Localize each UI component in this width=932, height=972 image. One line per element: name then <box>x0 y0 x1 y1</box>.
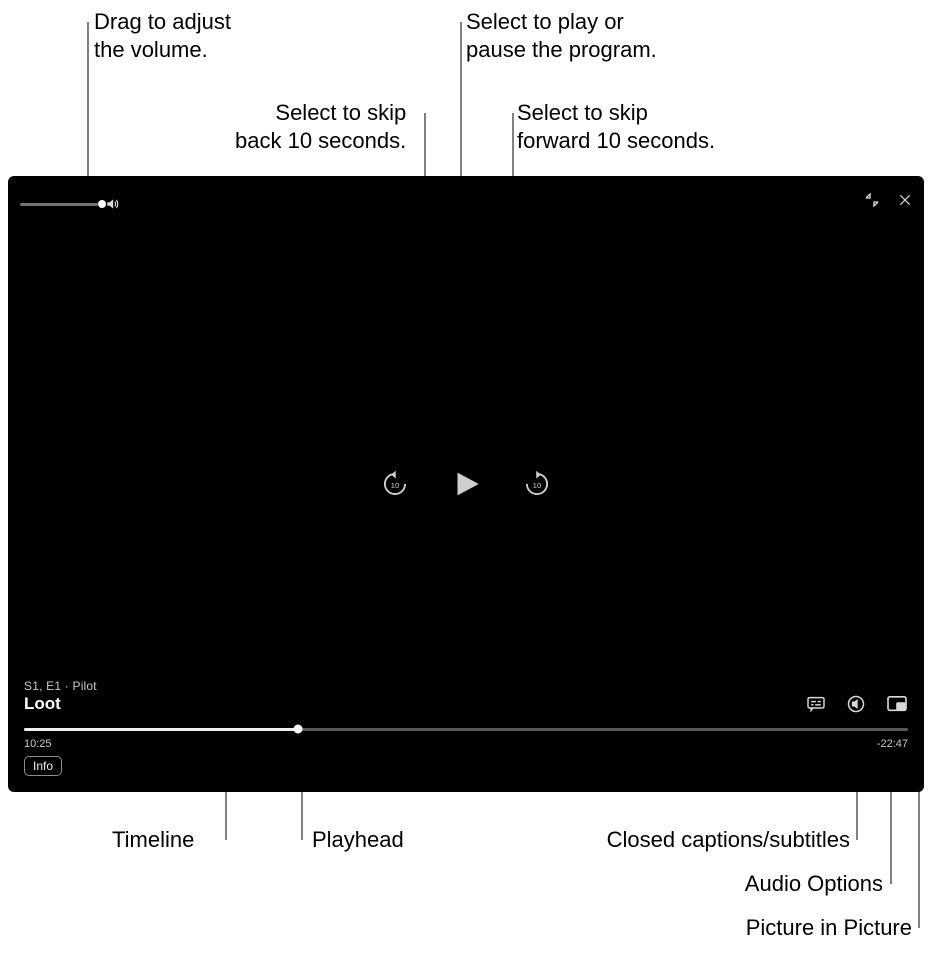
callout-text: Picture in Picture <box>746 915 912 940</box>
callout-audio: Audio Options <box>600 870 883 898</box>
play-pause-button[interactable] <box>449 467 483 501</box>
timeline[interactable] <box>24 724 908 734</box>
close-icon[interactable] <box>898 193 912 207</box>
info-button[interactable]: Info <box>24 756 62 776</box>
skip-back-number: 10 <box>391 481 400 490</box>
callout-skip-back: Select to skip back 10 seconds. <box>235 99 406 154</box>
episode-meta: S1, E1 · Pilot <box>24 679 97 693</box>
time-remaining: -22:47 <box>877 738 908 750</box>
callout-timeline: Timeline <box>112 826 194 854</box>
info-label: Info <box>33 759 53 773</box>
skip-forward-10-button[interactable]: 10 <box>523 470 551 498</box>
callout-text: Select to skip forward 10 seconds. <box>517 100 715 153</box>
time-elapsed: 10:25 <box>24 738 52 750</box>
exit-fullscreen-icon[interactable] <box>864 192 880 208</box>
volume-slider[interactable] <box>20 194 120 214</box>
audio-options-button[interactable] <box>846 694 866 714</box>
callout-pip: Picture in Picture <box>600 914 912 942</box>
callout-playhead: Playhead <box>312 826 404 854</box>
callout-cc: Closed captions/subtitles <box>510 826 850 854</box>
volume-icon <box>104 197 120 211</box>
program-title: Loot <box>24 694 97 714</box>
callout-text: Playhead <box>312 827 404 852</box>
callout-volume: Drag to adjust the volume. <box>94 8 231 63</box>
callout-text: Audio Options <box>745 871 883 896</box>
closed-captions-button[interactable] <box>806 696 826 712</box>
callout-text: Drag to adjust the volume. <box>94 9 231 62</box>
timeline-fill <box>24 728 298 731</box>
callout-skip-forward: Select to skip forward 10 seconds. <box>517 99 715 154</box>
skip-fwd-number: 10 <box>533 481 542 490</box>
skip-back-10-button[interactable]: 10 <box>381 470 409 498</box>
callout-text: Closed captions/subtitles <box>607 827 850 852</box>
callout-play-pause: Select to play or pause the program. <box>466 8 657 63</box>
callout-text: Timeline <box>112 827 194 852</box>
video-player-window: 10 10 S1, E1 · Pilot Loot <box>8 176 924 792</box>
playhead[interactable] <box>294 725 303 734</box>
picture-in-picture-button[interactable] <box>886 695 908 713</box>
volume-track <box>20 203 98 206</box>
callout-text: Select to play or pause the program. <box>466 9 657 62</box>
callout-text: Select to skip back 10 seconds. <box>235 99 406 154</box>
volume-thumb[interactable] <box>98 200 106 208</box>
